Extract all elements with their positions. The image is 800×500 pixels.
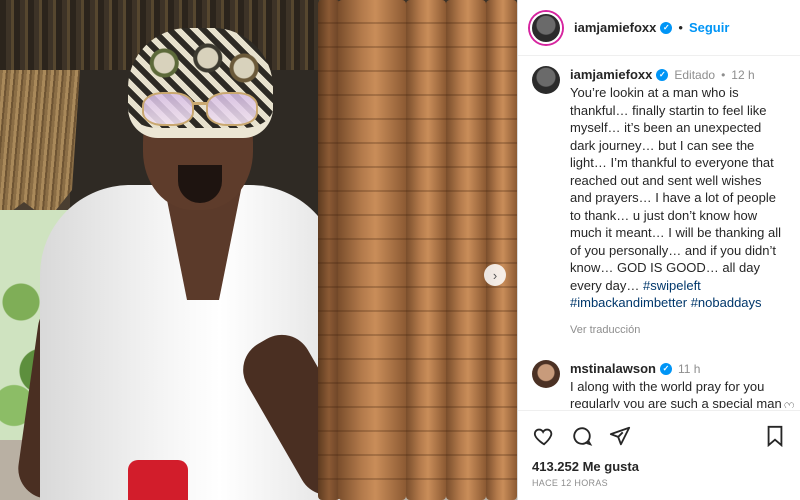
thatch [0, 70, 80, 220]
caption-author-avatar[interactable] [532, 66, 560, 94]
comments-section[interactable]: iamjamiefoxx ✓ Editado • 12 h You’re loo… [518, 60, 800, 408]
wooden-post [338, 0, 406, 500]
chevron-right-icon: › [492, 267, 498, 283]
comment-text: I along with the world pray for you regu… [570, 378, 782, 409]
author-username[interactable]: iamjamiefoxx [574, 20, 656, 35]
caption-text: You’re lookin at a man who is thankful… … [570, 84, 785, 312]
save-button[interactable] [763, 424, 787, 448]
post-side-panel: iamjamiefoxx ✓ • Seguir iamjamiefoxx ✓ E… [517, 0, 800, 500]
caption-body: You’re lookin at a man who is thankful… … [570, 85, 781, 293]
wooden-post [486, 0, 517, 500]
follow-button[interactable]: Seguir [689, 20, 729, 35]
commenter-avatar[interactable] [532, 359, 560, 388]
post-timestamp[interactable]: Hace 12 horas [532, 478, 787, 488]
heart-icon[interactable]: ♡ [783, 400, 795, 409]
commenter-username[interactable]: mstinalawson [570, 360, 656, 378]
verified-badge-icon: ✓ [659, 362, 672, 375]
hashtag-link[interactable]: #imbackandimbetter [570, 295, 687, 310]
heart-icon [533, 428, 553, 446]
post-photo[interactable]: › [0, 0, 517, 500]
share-button[interactable] [608, 424, 632, 448]
comment-item: mstinalawson ✓ 11 h I along with the wor… [518, 354, 800, 409]
red-cloth [128, 460, 188, 500]
wooden-post [318, 0, 340, 500]
likes-count[interactable]: 413.252 Me gusta [532, 459, 787, 474]
comment-time[interactable]: 11 h [678, 360, 700, 378]
post-header: iamjamiefoxx ✓ • Seguir [518, 0, 800, 56]
like-button[interactable] [532, 424, 556, 448]
author-avatar[interactable] [530, 11, 562, 44]
edited-label: Editado [674, 68, 716, 82]
paper-plane-icon [609, 426, 631, 446]
caption-time[interactable]: 12 h [731, 66, 754, 84]
post-actions: 413.252 Me gusta Hace 12 horas [518, 410, 800, 500]
caption-author-username[interactable]: iamjamiefoxx [570, 66, 652, 84]
separator-dot: • [678, 20, 683, 35]
wooden-post [406, 0, 446, 500]
hashtag-link[interactable]: #swipeleft [643, 278, 701, 293]
bookmark-icon [767, 425, 783, 447]
meta-dot: • [721, 68, 726, 82]
sunglasses [142, 92, 260, 128]
comment-button[interactable] [570, 424, 594, 448]
see-translation-link[interactable]: Ver traducción [570, 324, 785, 336]
comment-bubble-icon [573, 427, 593, 446]
verified-badge-icon: ✓ [656, 69, 669, 81]
verified-badge-icon: ✓ [660, 21, 673, 34]
wooden-post [446, 0, 486, 500]
carousel-next-button[interactable]: › [484, 264, 506, 286]
hashtag-link[interactable]: #nobaddays [691, 295, 762, 310]
caption: iamjamiefoxx ✓ Editado • 12 h You’re loo… [518, 60, 800, 336]
